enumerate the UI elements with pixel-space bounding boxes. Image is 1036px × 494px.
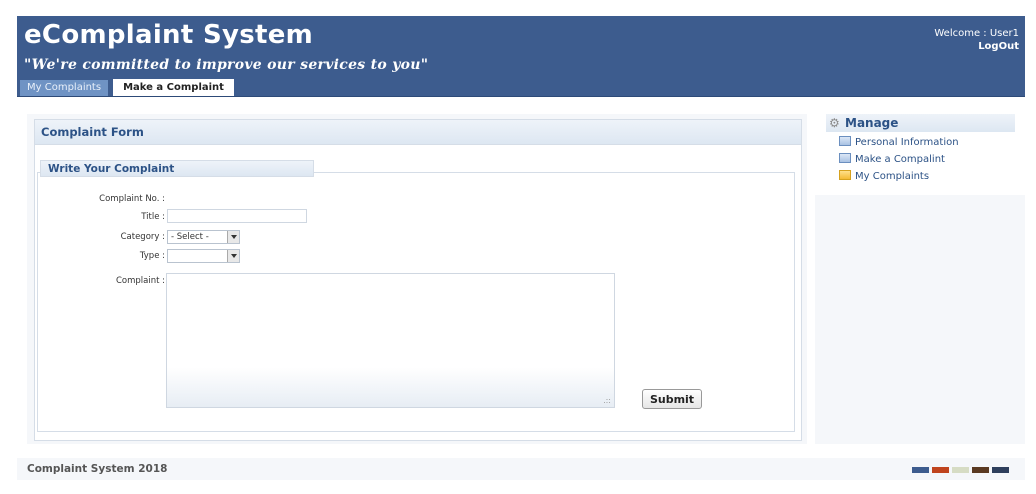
swatch xyxy=(912,467,929,473)
swatch xyxy=(932,467,949,473)
user-area: Welcome : User1 LogOut xyxy=(934,27,1019,53)
swatch xyxy=(992,467,1009,473)
gear-icon: ⚙ xyxy=(829,116,840,130)
manage-box: ⚙ Manage Personal Information Make a Comp… xyxy=(815,107,1025,195)
sidebar-item-make-a-complaint[interactable]: Make a Compalint xyxy=(839,153,945,167)
sidebar-item-personal-information[interactable]: Personal Information xyxy=(839,136,959,150)
color-swatches xyxy=(912,467,1009,473)
complaint-label: Complaint : xyxy=(115,276,165,286)
tab-my-complaints[interactable]: My Complaints xyxy=(20,80,109,96)
logout-link[interactable]: LogOut xyxy=(934,40,1019,53)
manage-header: ⚙ Manage xyxy=(826,114,1015,132)
form-box-header: Complaint Form xyxy=(35,120,801,145)
complaint-textarea[interactable]: .:: xyxy=(166,273,615,408)
sidebar: ⚙ Manage Personal Information Make a Comp… xyxy=(815,107,1025,444)
chevron-down-icon xyxy=(227,250,239,262)
document-icon xyxy=(839,153,851,163)
category-label: Category : xyxy=(120,232,165,242)
app-header: eComplaint System "We're committed to im… xyxy=(17,16,1025,97)
section-title: Write Your Complaint xyxy=(40,160,314,177)
panel-title: Complaint Form xyxy=(41,125,144,139)
category-select[interactable]: - Select - xyxy=(167,230,240,244)
title-input[interactable] xyxy=(167,209,307,223)
resize-grip-icon[interactable]: .:: xyxy=(603,397,611,405)
app-slogan: "We're committed to improve our services… xyxy=(24,57,429,73)
chevron-down-icon xyxy=(227,231,239,243)
title-label: Title : xyxy=(141,212,165,222)
category-selected-value: - Select - xyxy=(171,232,209,242)
swatch xyxy=(952,467,969,473)
footer: Complaint System 2018 xyxy=(17,458,1025,480)
complaint-no-value xyxy=(166,192,170,206)
sidebar-item-label: My Complaints xyxy=(855,171,930,182)
footer-text: Complaint System 2018 xyxy=(27,463,168,475)
manage-title: Manage xyxy=(845,116,899,130)
type-select[interactable] xyxy=(167,249,240,263)
sidebar-item-my-complaints[interactable]: My Complaints xyxy=(839,170,929,184)
swatch xyxy=(972,467,989,473)
folder-icon xyxy=(839,170,851,180)
submit-button[interactable]: Submit xyxy=(642,389,702,409)
welcome-text: Welcome : User1 xyxy=(934,28,1019,39)
sidebar-item-label: Make a Compalint xyxy=(855,154,945,165)
sidebar-item-label: Personal Information xyxy=(855,137,959,148)
complaint-no-label: Complaint No. : xyxy=(99,194,165,204)
type-label: Type : xyxy=(139,251,165,261)
document-icon xyxy=(839,136,851,146)
app-title: eComplaint System xyxy=(24,20,314,50)
cropped-caption-strip xyxy=(0,0,1036,16)
tab-make-a-complaint[interactable]: Make a Complaint xyxy=(113,79,234,96)
tab-bar: My Complaints Make a Complaint xyxy=(20,79,234,96)
